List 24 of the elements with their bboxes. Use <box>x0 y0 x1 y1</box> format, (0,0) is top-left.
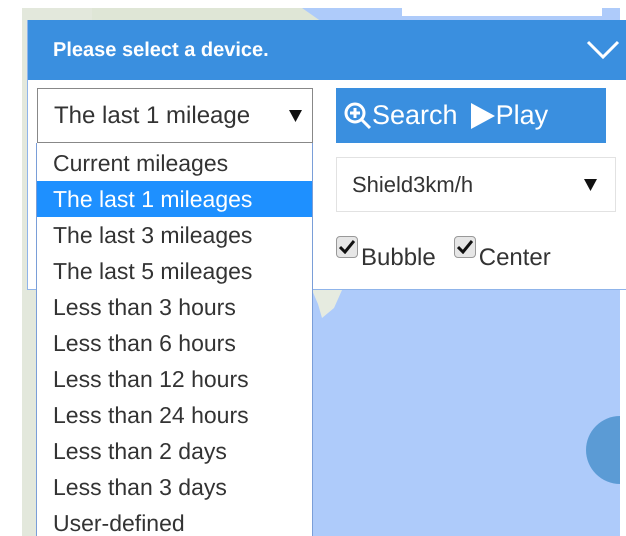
speed-select[interactable]: Shield3km/h <box>336 157 616 212</box>
dropdown-option[interactable]: The last 5 mileages <box>37 253 312 289</box>
dropdown-option[interactable]: Less than 3 hours <box>37 289 312 325</box>
dropdown-option[interactable]: Current mileages <box>37 145 312 181</box>
dropdown-option[interactable]: Less than 12 hours <box>37 361 312 397</box>
checkbox[interactable] <box>336 236 358 258</box>
dropdown-option[interactable]: Less than 24 hours <box>37 397 312 433</box>
select-value: The last 1 mileage <box>54 100 250 130</box>
play-icon <box>470 102 496 130</box>
range-select[interactable]: The last 1 mileage <box>37 88 313 143</box>
caret-icon <box>584 178 597 190</box>
checkbox-label: Center <box>478 243 551 273</box>
panel-title: Please select a device. <box>53 38 269 63</box>
dropdown-option[interactable]: Less than 3 days <box>37 469 312 505</box>
zoom-in-icon <box>344 102 372 130</box>
checkbox-label: Bubble <box>361 243 436 273</box>
chevron-down-icon[interactable] <box>586 40 620 60</box>
caret-icon <box>289 110 302 122</box>
dropdown-option[interactable]: User-defined <box>37 505 312 536</box>
dropdown-option[interactable]: Less than 6 hours <box>37 325 312 361</box>
dropdown-option[interactable]: The last 3 mileages <box>37 217 312 253</box>
dropdown-option[interactable]: Less than 2 days <box>37 433 312 469</box>
select-value: Shield3km/h <box>352 171 474 199</box>
checkbox[interactable] <box>454 236 476 258</box>
